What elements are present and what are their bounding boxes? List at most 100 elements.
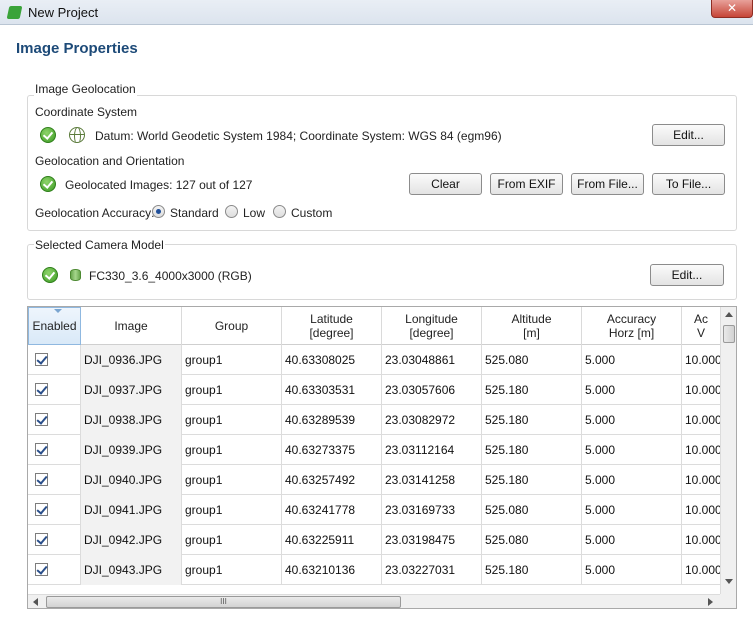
column-header-accuracy-vert[interactable]: Ac V (682, 307, 720, 345)
scroll-left-icon[interactable] (33, 598, 38, 606)
cell-accuracy-vert: 10.000 (685, 503, 720, 517)
cell-accuracy-horz: 5.000 (582, 345, 682, 375)
column-header-altitude[interactable]: Altitude [m] (482, 307, 582, 345)
table-header: Enabled Image Group Latitude [degree] Lo… (28, 307, 720, 345)
cell-group: group1 (182, 555, 282, 585)
from-exif-button[interactable]: From EXIF (490, 173, 563, 195)
cell-accuracy-horz: 5.000 (582, 405, 682, 435)
cell-altitude: 525.180 (482, 555, 582, 585)
cell-latitude: 40.63308025 (282, 345, 382, 375)
cell-longitude: 23.03227031 (382, 555, 482, 585)
table-row[interactable]: DJI_0943.JPG group1 40.63210136 23.03227031… (28, 555, 720, 585)
enabled-checkbox[interactable] (35, 353, 48, 366)
cell-latitude: 40.63273375 (282, 435, 382, 465)
geolocation-accuracy-label: Geolocation Accuracy: (35, 206, 155, 220)
status-ok-icon (40, 127, 56, 143)
accuracy-low-radio[interactable] (225, 205, 238, 218)
scroll-up-icon[interactable] (725, 312, 733, 317)
cell-accuracy-vert: 10.000 (685, 473, 720, 487)
table-row[interactable]: DJI_0938.JPG group1 40.63289539 23.03082972… (28, 405, 720, 435)
table-row[interactable]: DJI_0942.JPG group1 40.63225911 23.03198475… (28, 525, 720, 555)
table-row[interactable]: DJI_0939.JPG group1 40.63273375 23.03112164… (28, 435, 720, 465)
cell-altitude: 525.180 (482, 465, 582, 495)
cell-image: DJI_0937.JPG (81, 375, 182, 405)
cell-accuracy-horz: 5.000 (582, 375, 682, 405)
cell-group: group1 (182, 405, 282, 435)
column-header-longitude[interactable]: Longitude [degree] (382, 307, 482, 345)
from-file-button[interactable]: From File... (571, 173, 644, 195)
to-file-button[interactable]: To File... (652, 173, 725, 195)
camera-model-edit-button[interactable]: Edit... (650, 264, 724, 286)
column-header-latitude[interactable]: Latitude [degree] (282, 307, 382, 345)
column-header-enabled[interactable]: Enabled (28, 307, 81, 345)
cell-group: group1 (182, 465, 282, 495)
table-row[interactable]: DJI_0937.JPG group1 40.63303531 23.03057606… (28, 375, 720, 405)
cell-enabled (28, 435, 81, 465)
enabled-checkbox[interactable] (35, 473, 48, 486)
cell-enabled (28, 345, 81, 375)
close-button[interactable]: ✕ (711, 0, 753, 18)
cell-altitude: 525.080 (482, 345, 582, 375)
scrollbar-corner (720, 594, 736, 608)
cell-enabled (28, 555, 81, 585)
cell-accuracy-vert: 10.000 (685, 413, 720, 427)
horizontal-scrollbar[interactable]: III (28, 594, 720, 608)
cell-accuracy-horz: 5.000 (582, 465, 682, 495)
accuracy-custom-label[interactable]: Custom (291, 206, 332, 220)
cell-altitude: 525.180 (482, 405, 582, 435)
vertical-scroll-thumb[interactable] (723, 325, 735, 343)
coordinate-system-label: Coordinate System (35, 105, 138, 119)
horizontal-scroll-thumb[interactable]: III (46, 596, 401, 608)
app-logo-icon (6, 6, 23, 19)
accuracy-standard-radio[interactable] (152, 205, 165, 218)
enabled-checkbox[interactable] (35, 563, 48, 576)
cell-image: DJI_0941.JPG (81, 495, 182, 525)
cell-longitude: 23.03141258 (382, 465, 482, 495)
cell-enabled (28, 525, 81, 555)
camera-model-text: FC330_3.6_4000x3000 (RGB) (89, 269, 252, 283)
cell-accuracy-vert: 10.000 (685, 353, 720, 367)
globe-icon (69, 127, 85, 143)
enabled-checkbox[interactable] (35, 533, 48, 546)
cell-image: DJI_0936.JPG (81, 345, 182, 375)
cell-image: DJI_0939.JPG (81, 435, 182, 465)
table-body: DJI_0936.JPG group1 40.63308025 23.03048861… (28, 345, 720, 594)
table-row[interactable]: DJI_0941.JPG group1 40.63241778 23.03169733… (28, 495, 720, 525)
enabled-checkbox[interactable] (35, 383, 48, 396)
title-bar: New Project ✕ (0, 0, 753, 25)
window-title: New Project (28, 5, 99, 20)
column-header-accuracy-horz[interactable]: Accuracy Horz [m] (582, 307, 682, 345)
coordinate-system-edit-button[interactable]: Edit... (652, 124, 725, 146)
geolocation-orientation-label: Geolocation and Orientation (35, 154, 185, 168)
cell-enabled (28, 495, 81, 525)
cell-enabled (28, 375, 81, 405)
cell-latitude: 40.63210136 (282, 555, 382, 585)
accuracy-custom-radio[interactable] (273, 205, 286, 218)
vertical-scrollbar[interactable] (720, 307, 736, 594)
cell-image: DJI_0938.JPG (81, 405, 182, 435)
status-ok-icon (40, 176, 56, 192)
image-table: Enabled Image Group Latitude [degree] Lo… (27, 306, 737, 609)
cell-accuracy-horz: 5.000 (582, 435, 682, 465)
cell-group: group1 (182, 375, 282, 405)
column-header-group[interactable]: Group (182, 307, 282, 345)
cell-accuracy-horz: 5.000 (582, 555, 682, 585)
cell-accuracy-vert: 10.000 (685, 533, 720, 547)
accuracy-low-label[interactable]: Low (243, 206, 265, 220)
enabled-checkbox[interactable] (35, 413, 48, 426)
cell-image: DJI_0942.JPG (81, 525, 182, 555)
table-row[interactable]: DJI_0936.JPG group1 40.63308025 23.03048861… (28, 345, 720, 375)
enabled-checkbox[interactable] (35, 503, 48, 516)
cell-accuracy-vert: 10.000 (685, 383, 720, 397)
table-row[interactable]: DJI_0940.JPG group1 40.63257492 23.03141258… (28, 465, 720, 495)
clear-button[interactable]: Clear (409, 173, 482, 195)
scroll-right-icon[interactable] (708, 598, 713, 606)
cell-accuracy-horz: 5.000 (582, 525, 682, 555)
geolocated-images-text: Geolocated Images: 127 out of 127 (65, 178, 253, 192)
image-geolocation-title: Image Geolocation (34, 82, 137, 96)
accuracy-standard-label[interactable]: Standard (170, 206, 219, 220)
enabled-checkbox[interactable] (35, 443, 48, 456)
column-header-image[interactable]: Image (81, 307, 182, 345)
scroll-down-icon[interactable] (725, 579, 733, 584)
column-header-label: Enabled (32, 319, 77, 333)
